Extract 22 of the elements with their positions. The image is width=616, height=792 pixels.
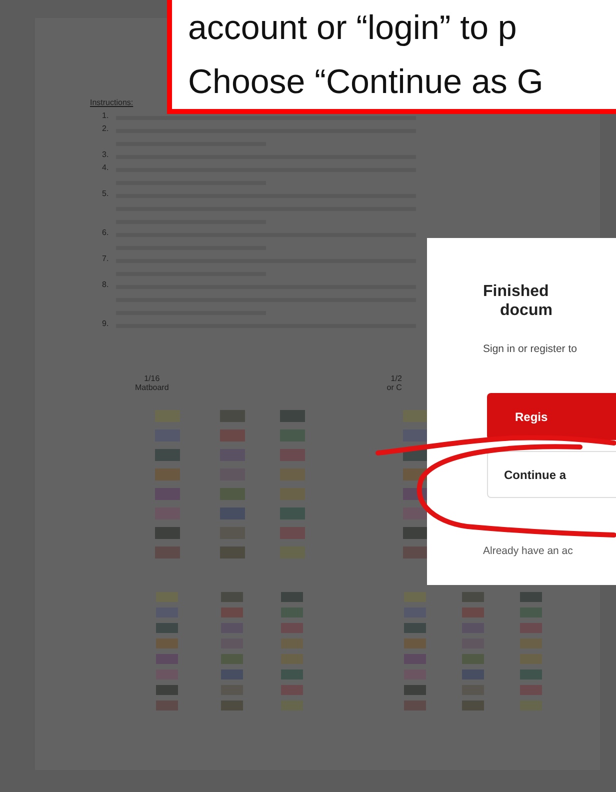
annotation-text: account or “login” to p — [188, 8, 518, 49]
step-number: 1. — [102, 111, 110, 122]
annotation-text: Choose “Continue as G — [188, 62, 544, 103]
step-number: 7. — [102, 254, 110, 265]
column-label: 1/16 — [144, 374, 160, 383]
register-button[interactable]: Regis — [487, 393, 616, 440]
column-label: or C — [386, 383, 402, 392]
dialog-title: Finished — [483, 282, 549, 301]
step-number: 5. — [102, 189, 110, 200]
step-number: 2. — [102, 124, 110, 135]
column-label: Matboard — [135, 383, 169, 392]
step-number: 4. — [102, 163, 110, 174]
column-label: 1/2 — [390, 374, 402, 383]
continue-button[interactable]: Continue a — [487, 451, 616, 498]
step-number: 3. — [102, 150, 110, 161]
step-number: 9. — [102, 319, 110, 330]
dialog-title: docum — [500, 301, 552, 320]
step-number: 8. — [102, 280, 110, 291]
dialog-subtitle: Sign in or register to — [483, 343, 577, 355]
sign-in-prompt: Already have an ac — [483, 545, 573, 557]
instructions-heading: Instructions: — [90, 98, 134, 107]
step-number: 6. — [102, 228, 110, 239]
